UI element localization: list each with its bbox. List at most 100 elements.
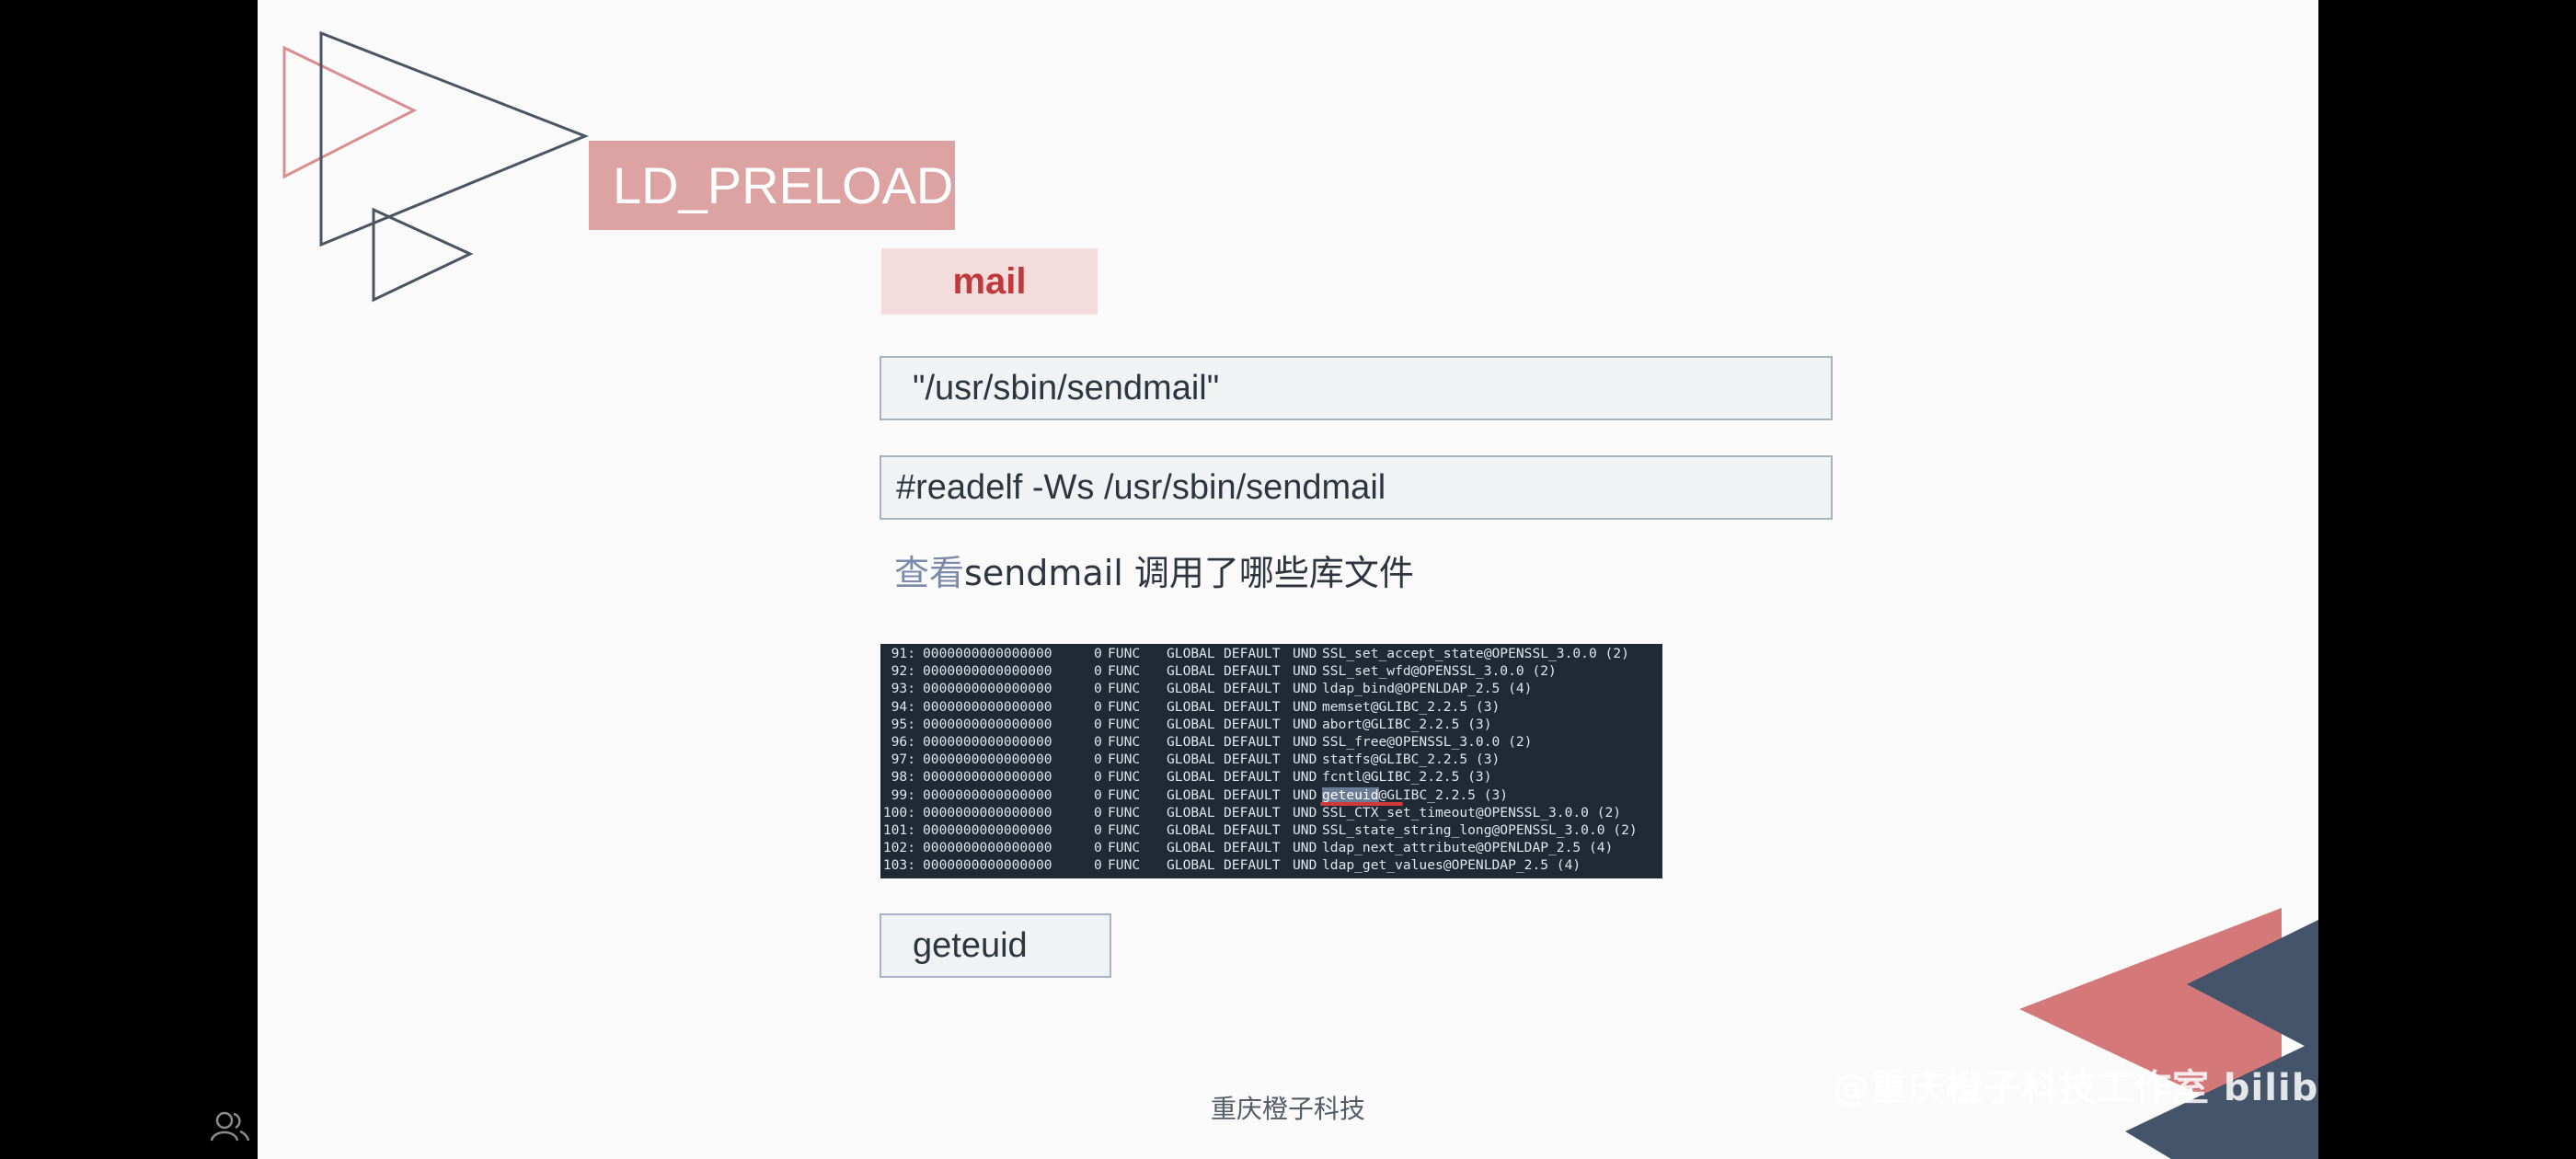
symbol-ndx: UND xyxy=(1293,804,1317,820)
symbol-number: 101: xyxy=(882,822,915,838)
symbol-number: 103: xyxy=(882,857,915,874)
symbol-name-text: statfs@GLIBC_2.2.5 (3) xyxy=(1322,752,1501,768)
symbol-visibility: DEFAULT xyxy=(1224,752,1281,768)
symbol-name-text: ldap_bind@OPENLDAP_2.5 (4) xyxy=(1322,681,1533,697)
symbol-size: 0 xyxy=(1094,734,1102,750)
symbol-visibility: DEFAULT xyxy=(1224,681,1281,697)
symbol-type: FUNC xyxy=(1108,804,1141,820)
subtitle-badge: mail xyxy=(881,248,1098,315)
symbol-name: ldap_bind@OPENLDAP_2.5 (4) xyxy=(1322,680,1532,697)
symbol-size: 0 xyxy=(1094,804,1102,820)
symbol-ndx: UND xyxy=(1293,681,1317,697)
symbol-type: FUNC xyxy=(1108,716,1141,732)
symbol-type: FUNC xyxy=(1108,769,1141,786)
symbol-name-text: abort@GLIBC_2.2.5 (3) xyxy=(1322,716,1492,732)
symbol-value: 0000000000000000 xyxy=(923,857,1052,874)
symbol-bind: GLOBAL xyxy=(1167,681,1215,697)
symbol-number: 102: xyxy=(882,840,915,856)
symbol-number: 94: xyxy=(891,698,915,715)
symbol-size: 0 xyxy=(1094,663,1102,680)
symbol-size: 0 xyxy=(1094,857,1102,874)
symbol-size: 0 xyxy=(1094,681,1102,697)
slide: LD_PRELOAD mail "/usr/sbin/sendmail" #re… xyxy=(258,0,2318,1159)
symbol-type: FUNC xyxy=(1108,786,1141,803)
symbol-name-text: fcntl@GLIBC_2.2.5 (3) xyxy=(1322,769,1492,786)
symbol-bind: GLOBAL xyxy=(1167,769,1215,786)
symbol-bind: GLOBAL xyxy=(1167,804,1215,820)
symbol-ndx: UND xyxy=(1293,786,1317,803)
symbol-name-text: SSL_free@OPENSSL_3.0.0 (2) xyxy=(1322,734,1533,750)
symbol-bind: GLOBAL xyxy=(1167,663,1215,680)
symbol-value: 0000000000000000 xyxy=(923,663,1052,680)
symbol-size: 0 xyxy=(1094,698,1102,715)
symbol-value: 0000000000000000 xyxy=(923,822,1052,838)
symbol-ndx: UND xyxy=(1293,716,1317,732)
symbol-size: 0 xyxy=(1094,769,1102,786)
symbol-type: FUNC xyxy=(1108,663,1141,680)
symbol-size: 0 xyxy=(1094,752,1102,768)
symbol-name-text: memset@GLIBC_2.2.5 (3) xyxy=(1322,698,1501,715)
symbol-name: SSL_set_wfd@OPENSSL_3.0.0 (2) xyxy=(1322,662,1557,680)
symbol-name-text: ldap_get_values@OPENLDAP_2.5 (4) xyxy=(1322,857,1581,874)
symbol-size: 0 xyxy=(1094,822,1102,838)
symbol-ndx: UND xyxy=(1293,822,1317,838)
symbol-type: FUNC xyxy=(1108,698,1141,715)
symbol-number: 95: xyxy=(891,716,915,732)
symbol-ndx: UND xyxy=(1293,752,1317,768)
symbol-name: SSL_set_accept_state@OPENSSL_3.0.0 (2) xyxy=(1322,645,1629,662)
people-icon xyxy=(210,1111,250,1142)
symbol-type: FUNC xyxy=(1108,857,1141,874)
symbol-size: 0 xyxy=(1094,786,1102,803)
symbol-visibility: DEFAULT xyxy=(1224,786,1281,803)
red-underline-annotation xyxy=(1320,802,1403,806)
symbol-visibility: DEFAULT xyxy=(1224,822,1281,838)
symbol-bind: GLOBAL xyxy=(1167,698,1215,715)
symbol-bind: GLOBAL xyxy=(1167,857,1215,874)
symbol-name: abort@GLIBC_2.2.5 (3) xyxy=(1322,716,1492,733)
symbol-name: ldap_next_attribute@OPENLDAP_2.5 (4) xyxy=(1322,839,1613,856)
highlighted-symbol: geteuid xyxy=(1322,786,1379,803)
symbol-name: SSL_state_string_long@OPENSSL_3.0.0 (2) xyxy=(1322,821,1638,839)
symbol-name-text: SSL_CTX_set_timeout@OPENSSL_3.0.0 (2) xyxy=(1322,804,1622,820)
caption-rest: sendmail 调用了哪些库文件 xyxy=(964,553,1414,593)
symbol-visibility: DEFAULT xyxy=(1224,663,1281,680)
caption-text: 查看sendmail 调用了哪些库文件 xyxy=(894,545,1414,595)
symbol-ndx: UND xyxy=(1293,698,1317,715)
symbol-number: 91: xyxy=(891,646,915,661)
symbol-visibility: DEFAULT xyxy=(1224,804,1281,820)
symbol-type: FUNC xyxy=(1108,822,1141,838)
symbol-value: 0000000000000000 xyxy=(923,769,1052,786)
symbol-visibility: DEFAULT xyxy=(1224,857,1281,874)
symbol-visibility: DEFAULT xyxy=(1224,698,1281,715)
symbol-name-text: ldap_next_attribute@OPENLDAP_2.5 (4) xyxy=(1322,840,1614,856)
symbol-type: FUNC xyxy=(1108,840,1141,856)
symbol-size: 0 xyxy=(1094,840,1102,856)
symbol-name: SSL_CTX_set_timeout@OPENSSL_3.0.0 (2) xyxy=(1322,804,1621,821)
bilibili-watermark: @重庆橙子科技工作室 bilibili xyxy=(1833,1067,2318,1109)
symbol-value: 0000000000000000 xyxy=(923,786,1052,803)
symbol-visibility: DEFAULT xyxy=(1224,646,1281,661)
symbol-value: 0000000000000000 xyxy=(923,734,1052,750)
symbol-value: 0000000000000000 xyxy=(923,804,1052,820)
symbol-visibility: DEFAULT xyxy=(1224,769,1281,786)
symbol-type: FUNC xyxy=(1108,646,1141,661)
symbol-bind: GLOBAL xyxy=(1167,822,1215,838)
symbol-name: fcntl@GLIBC_2.2.5 (3) xyxy=(1322,768,1492,786)
slide-title: LD_PRELOAD xyxy=(589,141,955,230)
symbol-bind: GLOBAL xyxy=(1167,786,1215,803)
symbol-number: 96: xyxy=(891,734,915,750)
symbol-name-text: SSL_set_accept_state@OPENSSL_3.0.0 (2) xyxy=(1322,646,1629,661)
symbol-type: FUNC xyxy=(1108,734,1141,750)
symbol-visibility: DEFAULT xyxy=(1224,840,1281,856)
caption-highlight: 查看 xyxy=(894,553,965,593)
symbol-name: statfs@GLIBC_2.2.5 (3) xyxy=(1322,751,1500,768)
symbol-bind: GLOBAL xyxy=(1167,646,1215,661)
symbol-number: 93: xyxy=(891,681,915,697)
triangle-outline-red xyxy=(282,45,418,179)
symbol-ndx: UND xyxy=(1293,857,1317,874)
symbol-bind: GLOBAL xyxy=(1167,840,1215,856)
symbol-visibility: DEFAULT xyxy=(1224,734,1281,750)
symbol-ndx: UND xyxy=(1293,646,1317,661)
symbol-name: ldap_get_values@OPENLDAP_2.5 (4) xyxy=(1322,856,1581,874)
symbol-value: 0000000000000000 xyxy=(923,698,1052,715)
